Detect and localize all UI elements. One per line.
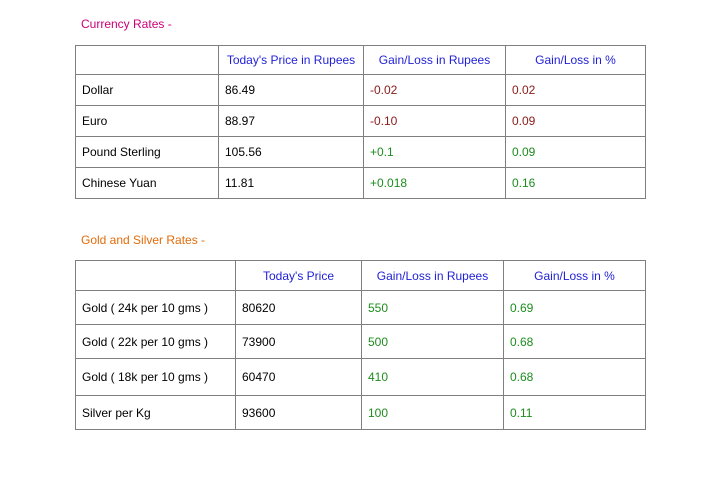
metal-gain-percent: 0.68 xyxy=(503,324,646,359)
table-row: Gold ( 24k per 10 gms ) 80620 550 0.69 xyxy=(75,290,646,325)
column-header-price: Today's Price xyxy=(235,260,362,291)
currency-gain-percent: 0.09 xyxy=(505,136,646,168)
table-row: Euro 88.97 -0.10 0.09 xyxy=(75,105,646,137)
metal-gain-rupees: 500 xyxy=(361,324,504,359)
metal-gain-rupees: 100 xyxy=(361,395,504,430)
metal-name: Gold ( 24k per 10 gms ) xyxy=(75,290,236,325)
metal-price: 93600 xyxy=(235,395,362,430)
metal-gain-percent: 0.68 xyxy=(503,358,646,396)
table-row: Gold ( 18k per 10 gms ) 60470 410 0.68 xyxy=(75,358,646,396)
currency-gain-rupees: -0.10 xyxy=(363,105,506,137)
metal-gain-rupees: 550 xyxy=(361,290,504,325)
currency-name: Chinese Yuan xyxy=(75,167,219,199)
currency-gain-rupees: +0.1 xyxy=(363,136,506,168)
column-header-price: Today's Price in Rupees xyxy=(218,45,364,75)
currency-rates-heading: Currency Rates - xyxy=(81,17,172,31)
currency-price: 86.49 xyxy=(218,74,364,106)
table-header-row: Today's Price Gain/Loss in Rupees Gain/L… xyxy=(75,260,646,291)
table-row: Silver per Kg 93600 100 0.11 xyxy=(75,395,646,430)
currency-name: Pound Sterling xyxy=(75,136,219,168)
column-header-gain-rupees: Gain/Loss in Rupees xyxy=(361,260,504,291)
column-header-gain-rupees: Gain/Loss in Rupees xyxy=(363,45,506,75)
currency-gain-percent: 0.16 xyxy=(505,167,646,199)
column-header-gain-percent: Gain/Loss in % xyxy=(505,45,646,75)
currency-rates-table: Today's Price in Rupees Gain/Loss in Rup… xyxy=(75,45,646,199)
table-row: Gold ( 22k per 10 gms ) 73900 500 0.68 xyxy=(75,324,646,359)
metal-price: 80620 xyxy=(235,290,362,325)
metal-price: 60470 xyxy=(235,358,362,396)
currency-gain-rupees: -0.02 xyxy=(363,74,506,106)
metal-gain-rupees: 410 xyxy=(361,358,504,396)
column-header-name xyxy=(75,45,219,75)
table-header-row: Today's Price in Rupees Gain/Loss in Rup… xyxy=(75,45,646,75)
metal-gain-percent: 0.69 xyxy=(503,290,646,325)
currency-gain-percent: 0.02 xyxy=(505,74,646,106)
currency-name: Euro xyxy=(75,105,219,137)
table-row: Pound Sterling 105.56 +0.1 0.09 xyxy=(75,136,646,168)
currency-price: 105.56 xyxy=(218,136,364,168)
gold-silver-rates-table: Today's Price Gain/Loss in Rupees Gain/L… xyxy=(75,260,646,430)
table-row: Chinese Yuan 11.81 +0.018 0.16 xyxy=(75,167,646,199)
column-header-gain-percent: Gain/Loss in % xyxy=(503,260,646,291)
column-header-name xyxy=(75,260,236,291)
currency-price: 88.97 xyxy=(218,105,364,137)
metal-price: 73900 xyxy=(235,324,362,359)
currency-gain-percent: 0.09 xyxy=(505,105,646,137)
metal-name: Gold ( 22k per 10 gms ) xyxy=(75,324,236,359)
gold-silver-rates-heading: Gold and Silver Rates - xyxy=(81,233,206,247)
metal-name: Gold ( 18k per 10 gms ) xyxy=(75,358,236,396)
currency-price: 11.81 xyxy=(218,167,364,199)
table-row: Dollar 86.49 -0.02 0.02 xyxy=(75,74,646,106)
currency-name: Dollar xyxy=(75,74,219,106)
metal-gain-percent: 0.11 xyxy=(503,395,646,430)
metal-name: Silver per Kg xyxy=(75,395,236,430)
currency-gain-rupees: +0.018 xyxy=(363,167,506,199)
